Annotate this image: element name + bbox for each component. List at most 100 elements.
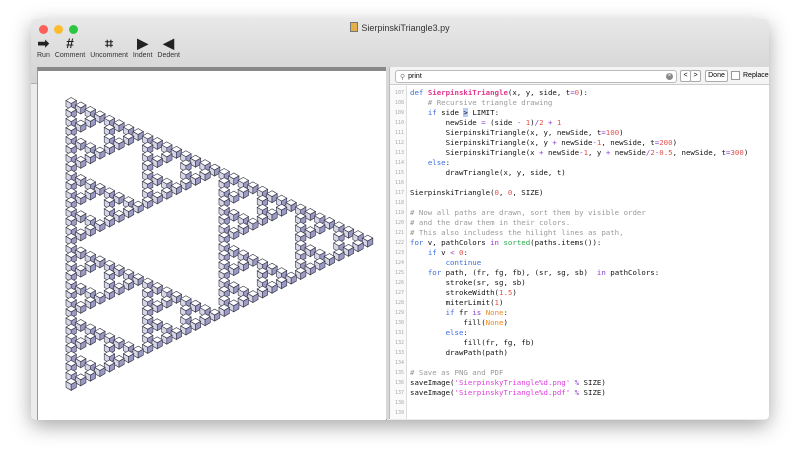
code-token: LIMIT:	[467, 108, 500, 117]
line-number: 114	[394, 160, 404, 166]
toolbar-indent-button[interactable]: ▶ Indent	[133, 34, 152, 59]
code-token: (side	[485, 118, 517, 127]
code-line[interactable]: strokeWidth(1.5)	[410, 288, 517, 298]
cube	[227, 226, 240, 240]
code-token: continue	[445, 258, 482, 267]
cube	[266, 262, 278, 276]
line-number: 121	[394, 230, 404, 236]
code-line[interactable]: else:	[410, 328, 468, 338]
cube	[247, 181, 259, 195]
cube	[74, 137, 87, 151]
find-next-button[interactable]: >	[690, 70, 701, 82]
cube	[84, 368, 97, 382]
cube	[237, 186, 250, 199]
line-number: 139	[394, 410, 404, 416]
code-line[interactable]: continue	[410, 258, 482, 268]
code-token: :	[463, 248, 468, 257]
code-token: 'SierpinskyTriangle%d.png'	[454, 378, 571, 387]
code-token: fr	[454, 308, 473, 317]
code-line[interactable]: SierpinskiTriangle(x, y + newSide-1, new…	[410, 138, 677, 148]
code-token: saveImage(	[410, 388, 455, 397]
code-token: , newSide, t	[672, 148, 727, 157]
code-token: if	[445, 308, 455, 317]
code-token: :	[503, 308, 508, 317]
cube	[132, 200, 144, 214]
cube	[227, 299, 240, 313]
sierpinski-drawing	[65, 97, 374, 391]
cube	[84, 115, 97, 128]
replace-checkbox[interactable]	[731, 71, 740, 80]
code-area[interactable]: 107 def SierpinskiTriangle(x, y, side, t=…	[390, 86, 769, 419]
cube	[132, 273, 144, 287]
cube	[170, 290, 183, 304]
code-line[interactable]: if side > LIMIT:	[410, 108, 499, 118]
code-line[interactable]: stroke(sr, sg, sb)	[410, 278, 526, 288]
clear-search-icon[interactable]: ×	[666, 73, 673, 80]
window-title: SierpinskiTriangle3.py	[361, 23, 450, 33]
code-token: if	[427, 108, 437, 117]
code-line[interactable]: SierpinskiTriangle(x + newSide-1, y + ne…	[410, 148, 749, 158]
code-token: SierpinskiTriangle	[427, 88, 508, 97]
code-token: :	[445, 158, 451, 167]
code-line[interactable]: # and the draw them in their colors.	[410, 218, 570, 228]
code-line[interactable]: SierpinskiTriangle(0, 0, SIZE)	[410, 188, 544, 198]
toolbar-run-button[interactable]: ➡ Run	[37, 34, 50, 59]
code-token: , SIZE)	[512, 188, 544, 197]
cube	[189, 172, 202, 186]
cube	[227, 172, 240, 186]
replace-label: Replace	[743, 72, 769, 79]
code-line[interactable]: fill(None)	[410, 318, 508, 328]
cube	[113, 209, 125, 223]
toolbar-dedent-button[interactable]: ◀ Dedent	[157, 34, 180, 59]
code-line[interactable]: miterLimit(1)	[410, 298, 504, 308]
code-line[interactable]: newSide = (side - 1)/2 + 1	[410, 118, 562, 128]
toolbar-uncomment-button[interactable]: ⌗ Uncomment	[90, 34, 128, 59]
code-line[interactable]: fill(fr, fg, fb)	[410, 338, 534, 348]
code-line[interactable]: drawPath(path)	[410, 348, 508, 358]
code-line[interactable]: drawTriangle(x, y, side, t)	[410, 168, 566, 178]
cube	[170, 327, 183, 341]
find-done-button[interactable]: Done	[705, 70, 728, 82]
cube	[247, 253, 259, 267]
code-line[interactable]: saveImage('SierpinskyTriangle%d.png' % S…	[410, 378, 606, 388]
code-line[interactable]: if v < 0:	[410, 248, 468, 258]
code-line[interactable]: saveImage('SierpinskyTriangle%d.pdf' % S…	[410, 388, 606, 398]
code-token: is	[472, 308, 482, 317]
cube	[256, 285, 269, 299]
code-line[interactable]: SierpinskiTriangle(x, y, newSide, t=100)	[410, 128, 624, 138]
code-token: newSide	[610, 148, 646, 157]
cube	[94, 110, 106, 124]
code-line[interactable]: def SierpinskiTriangle(x, y, side, t=0):	[410, 88, 588, 98]
cube	[151, 173, 164, 187]
cube	[113, 282, 125, 296]
code-line[interactable]: if fr is None:	[410, 308, 508, 318]
code-token: sorted	[503, 238, 531, 247]
cube	[113, 264, 125, 278]
search-input[interactable]: ⚲ print ×	[395, 70, 677, 83]
line-number: 108	[394, 100, 404, 106]
cube	[342, 243, 355, 257]
cube	[74, 337, 87, 351]
code-token: 300	[730, 148, 744, 157]
code-token: )	[672, 138, 678, 147]
code-token: 1.5	[499, 288, 513, 297]
code-token: if	[427, 248, 437, 257]
code-token: path, (fr, fg, fb), (sr, sg, sb)	[441, 268, 597, 277]
code-line[interactable]: # Recursive triangle drawing	[410, 98, 553, 108]
code-line[interactable]: # Save as PNG and PDF	[410, 368, 503, 378]
code-line[interactable]: for v, pathColors in sorted(paths.items(…	[410, 238, 601, 248]
code-line[interactable]: else:	[410, 158, 450, 168]
search-query[interactable]: print	[408, 73, 422, 80]
cube	[141, 341, 154, 354]
code-token: )	[499, 298, 504, 307]
code-line[interactable]: # This also includess the hilight lines …	[410, 228, 624, 238]
search-icon: ⚲	[400, 73, 406, 81]
code-line[interactable]: # Now all paths are drawn, sort them by …	[410, 208, 646, 218]
cube	[151, 336, 164, 350]
cube	[74, 119, 87, 133]
code-line[interactable]: for path, (fr, fg, fb), (sr, sg, sb) in …	[410, 268, 659, 278]
toolbar-comment-button[interactable]: # Comment	[55, 34, 85, 59]
code-token: for	[410, 238, 424, 247]
